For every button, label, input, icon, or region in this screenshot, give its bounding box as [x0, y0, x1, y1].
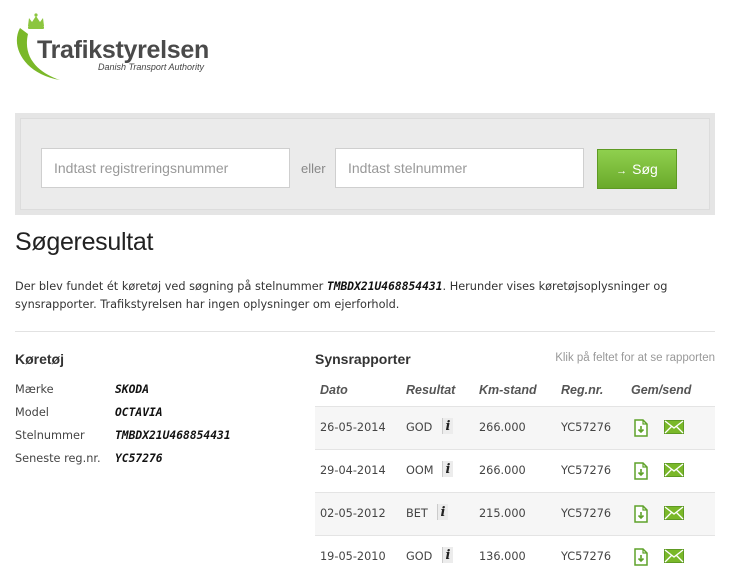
info-icon[interactable]: i — [437, 504, 448, 520]
vehicle-row-latest-reg: Seneste reg.nr. YC57276 — [15, 452, 295, 470]
send-email-icon[interactable] — [664, 506, 684, 520]
vehicle-field-label: Stelnummer — [15, 429, 85, 442]
result-text-before: Der blev fundet ét køretøj ved søgning p… — [15, 280, 327, 293]
reports-hint: Klik på feltet for at se rapporten — [555, 352, 715, 364]
registration-number-input[interactable]: Indtast registreringsnummer — [41, 148, 290, 188]
table-row[interactable]: 02-05-2012 BET i 215.000 YC57276 — [315, 492, 715, 535]
search-button[interactable]: → Søg — [597, 149, 677, 189]
send-email-icon[interactable] — [664, 549, 684, 563]
report-result: GOD — [406, 421, 433, 434]
save-document-icon[interactable] — [634, 505, 648, 523]
search-panel: Indtast registreringsnummer eller Indtas… — [15, 113, 715, 215]
report-km: 266.000 — [479, 464, 526, 477]
registration-number-placeholder: Indtast registreringsnummer — [54, 160, 229, 176]
report-date: 26-05-2014 — [320, 421, 386, 434]
search-panel-inner: Indtast registreringsnummer eller Indtas… — [20, 118, 710, 210]
vehicle-row-make: Mærke SKODA — [15, 383, 295, 401]
report-date: 02-05-2012 — [320, 507, 386, 520]
report-reg: YC57276 — [561, 507, 612, 520]
reports-table-header: Dato Resultat Km-stand Reg.nr. Gem/send — [315, 375, 715, 405]
report-km: 136.000 — [479, 550, 526, 563]
vehicle-field-value: TMBDX21U468854431 — [115, 429, 231, 442]
vehicle-field-value: OCTAVIA — [115, 406, 163, 419]
send-email-icon[interactable] — [664, 420, 684, 434]
brand-logo[interactable]: Trafikstyrelsen Danish Transport Authori… — [12, 12, 222, 92]
result-description: Der blev fundet ét køretøj ved søgning p… — [15, 278, 715, 314]
save-document-icon[interactable] — [634, 548, 648, 566]
report-result: BET — [406, 507, 428, 520]
table-row[interactable]: 29-04-2014 OOM i 266.000 YC57276 — [315, 449, 715, 492]
info-icon[interactable]: i — [442, 461, 453, 477]
report-result: GOD — [406, 550, 433, 563]
search-button-label: Søg — [632, 161, 658, 177]
arrow-right-icon: → — [616, 165, 628, 177]
crown-icon — [28, 13, 44, 29]
vehicle-field-label: Mærke — [15, 383, 54, 396]
report-reg: YC57276 — [561, 550, 612, 563]
column-header-date: Dato — [320, 383, 348, 397]
report-km: 266.000 — [479, 421, 526, 434]
vehicle-row-vin: Stelnummer TMBDX21U468854431 — [15, 429, 295, 447]
report-km: 215.000 — [479, 507, 526, 520]
brand-name: Trafikstyrelsen — [37, 36, 209, 64]
report-reg: YC57276 — [561, 421, 612, 434]
send-email-icon[interactable] — [664, 463, 684, 477]
column-header-save-send: Gem/send — [631, 383, 692, 397]
report-reg: YC57276 — [561, 464, 612, 477]
vehicle-field-value: SKODA — [115, 383, 150, 396]
save-document-icon[interactable] — [634, 419, 648, 437]
table-row[interactable]: 19-05-2010 GOD i 136.000 YC57276 — [315, 535, 715, 578]
result-vin: TMBDX21U468854431 — [326, 280, 443, 293]
vehicle-section-title: Køretøj — [15, 351, 64, 367]
column-header-km: Km-stand — [479, 383, 537, 397]
column-header-reg: Reg.nr. — [561, 383, 604, 397]
vehicle-field-label: Seneste reg.nr. — [15, 452, 101, 465]
brand-subtitle: Danish Transport Authority — [98, 62, 205, 72]
vehicle-field-label: Model — [15, 406, 49, 419]
vin-placeholder: Indtast stelnummer — [348, 160, 468, 176]
or-label: eller — [301, 161, 326, 176]
save-document-icon[interactable] — [634, 462, 648, 480]
info-icon[interactable]: i — [442, 547, 453, 563]
vehicle-row-model: Model OCTAVIA — [15, 406, 295, 424]
report-result: OOM — [406, 464, 434, 477]
page-title: Søgeresultat — [15, 228, 154, 256]
report-date: 29-04-2014 — [320, 464, 386, 477]
report-date: 19-05-2010 — [320, 550, 386, 563]
info-icon[interactable]: i — [442, 418, 453, 434]
column-header-result: Resultat — [406, 383, 456, 397]
section-divider — [15, 331, 715, 332]
vin-input[interactable]: Indtast stelnummer — [335, 148, 584, 188]
vehicle-field-value: YC57276 — [115, 452, 163, 465]
reports-section-title: Synsrapporter — [315, 351, 411, 367]
table-row[interactable]: 26-05-2014 GOD i 266.000 YC57276 — [315, 406, 715, 449]
